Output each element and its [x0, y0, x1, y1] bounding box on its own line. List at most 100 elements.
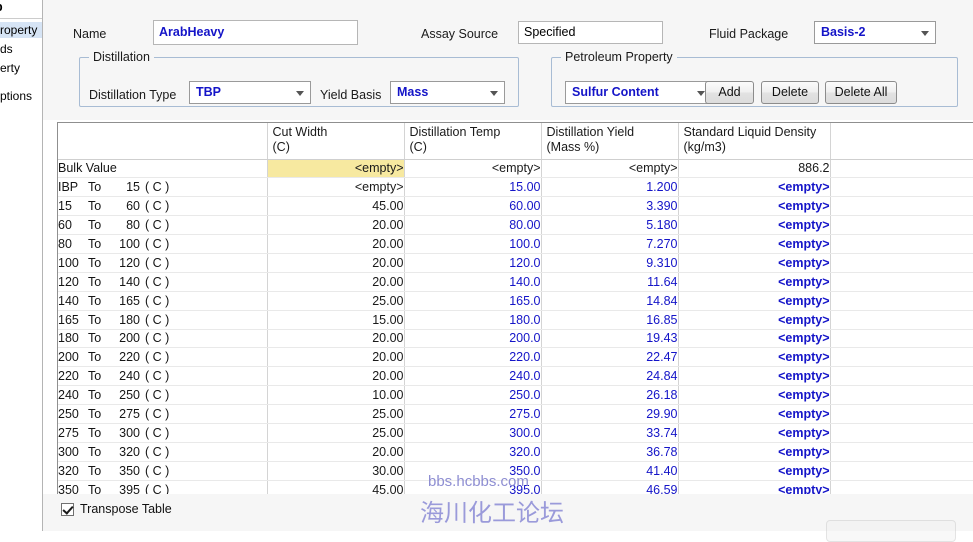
row-label-cell[interactable]: 350 To 395 ( C )	[58, 480, 268, 494]
table-row[interactable]: 140 To 165 ( C ) 25.00 165.0 14.84 <empty>	[58, 291, 973, 311]
table-row[interactable]: 120 To 140 ( C ) 20.00 140.0 11.64 <empty>	[58, 272, 973, 292]
cell-cut-width[interactable]: 25.00	[267, 291, 405, 311]
cell-standard-liquid-density[interactable]: <empty>	[678, 385, 831, 406]
cell-distillation-yield[interactable]: 22.47	[541, 347, 679, 368]
cell-distillation-yield[interactable]: 3.390	[541, 196, 679, 217]
cell-distillation-temp[interactable]: 80.00	[404, 215, 542, 236]
table-row[interactable]: 250 To 275 ( C ) 25.00 275.0 29.90 <empty>	[58, 404, 973, 424]
cell-distillation-temp[interactable]: 60.00	[404, 196, 542, 217]
table-row[interactable]: 180 To 200 ( C ) 20.00 200.0 19.43 <empty>	[58, 329, 973, 349]
cell-cut-width[interactable]: 15.00	[267, 310, 405, 330]
col-header-distillation-temp[interactable]: Distillation Temp (C)	[404, 123, 542, 160]
row-label-cell[interactable]: 275 To 300 ( C )	[58, 423, 268, 443]
cell-distillation-yield[interactable]: 7.270	[541, 234, 679, 254]
cell-distillation-temp[interactable]: 165.0	[404, 291, 542, 311]
cell-standard-liquid-density[interactable]: <empty>	[678, 177, 831, 198]
table-row[interactable]: 300 To 320 ( C ) 20.00 320.0 36.78 <empty>	[58, 442, 973, 462]
cell-cut-width[interactable]: 10.00	[267, 385, 405, 406]
cell-distillation-temp[interactable]: 275.0	[404, 404, 542, 424]
cell-standard-liquid-density[interactable]: <empty>	[678, 253, 831, 273]
cell-distillation-temp[interactable]: 140.0	[404, 272, 542, 292]
fluid-package-select[interactable]: Basis-2	[814, 21, 936, 44]
table-row[interactable]: 320 To 350 ( C ) 30.00 350.0 41.40 <empty>	[58, 461, 973, 481]
assay-source-input[interactable]: Specified	[518, 21, 663, 44]
cell-standard-liquid-density[interactable]: <empty>	[678, 310, 831, 330]
row-label-cell[interactable]: 80 To 100 ( C )	[58, 234, 268, 254]
cell-standard-liquid-density[interactable]: <empty>	[678, 480, 831, 494]
cell-distillation-temp[interactable]: 250.0	[404, 385, 542, 406]
col-header-rowlabel[interactable]	[58, 123, 268, 160]
cell-distillation-yield[interactable]: 46.59	[541, 480, 679, 494]
transpose-table-checkbox[interactable]: Transpose Table	[61, 502, 172, 516]
cell-distillation-yield[interactable]: 16.85	[541, 310, 679, 330]
table-row[interactable]: 240 To 250 ( C ) 10.00 250.0 26.18 <empty>	[58, 385, 973, 406]
cell-distillation-temp[interactable]: 220.0	[404, 347, 542, 368]
cell-distillation-temp[interactable]: 180.0	[404, 310, 542, 330]
row-label-cell[interactable]: 100 To 120 ( C )	[58, 253, 268, 273]
cell-cut-width[interactable]: 20.00	[267, 347, 405, 368]
sidebar-item-erty[interactable]: erty	[0, 60, 24, 76]
cell-distillation-temp[interactable]: 300.0	[404, 423, 542, 443]
row-label-cell[interactable]: 60 To 80 ( C )	[58, 215, 268, 236]
cell-cut-width[interactable]: 20.00	[267, 234, 405, 254]
cell-distillation-temp[interactable]: 350.0	[404, 461, 542, 481]
cell-cut-width[interactable]: <empty>	[267, 177, 405, 198]
cell-distillation-yield[interactable]: 41.40	[541, 461, 679, 481]
cell-standard-liquid-density[interactable]: <empty>	[678, 347, 831, 368]
cell-standard-liquid-density[interactable]: <empty>	[678, 329, 831, 349]
checkbox-icon[interactable]	[61, 502, 74, 516]
cell-cut-width[interactable]: 30.00	[267, 461, 405, 481]
delete-button[interactable]: Delete	[761, 81, 819, 104]
cell-distillation-temp[interactable]: 120.0	[404, 253, 542, 273]
cell-distillation-yield[interactable]: 5.180	[541, 215, 679, 236]
cell-distillation-yield[interactable]: 24.84	[541, 366, 679, 387]
cell-distillation-yield[interactable]: 14.84	[541, 291, 679, 311]
cell-distillation-temp[interactable]: 200.0	[404, 329, 542, 349]
distillation-type-select[interactable]: TBP	[189, 81, 311, 104]
cell-distillation-yield[interactable]: <empty>	[541, 159, 679, 179]
cell-distillation-temp[interactable]: 240.0	[404, 366, 542, 387]
row-label-cell[interactable]: 240 To 250 ( C )	[58, 385, 268, 406]
row-label-cell[interactable]: 220 To 240 ( C )	[58, 366, 268, 387]
table-row[interactable]: 165 To 180 ( C ) 15.00 180.0 16.85 <empty>	[58, 310, 973, 330]
row-label-cell[interactable]: 180 To 200 ( C )	[58, 329, 268, 349]
cell-cut-width[interactable]: 45.00	[267, 480, 405, 494]
table-row[interactable]: 200 To 220 ( C ) 20.00 220.0 22.47 <empty>	[58, 347, 973, 368]
cell-distillation-yield[interactable]: 36.78	[541, 442, 679, 462]
row-label-cell[interactable]: Bulk Value	[58, 159, 268, 179]
cell-standard-liquid-density[interactable]: <empty>	[678, 366, 831, 387]
cell-cut-width[interactable]: 25.00	[267, 404, 405, 424]
table-row[interactable]: 220 To 240 ( C ) 20.00 240.0 24.84 <empty>	[58, 366, 973, 387]
footer-button[interactable]	[826, 520, 956, 542]
sidebar-item-ds[interactable]: ds	[0, 41, 17, 57]
cell-distillation-temp[interactable]: 395.0	[404, 480, 542, 494]
row-label-cell[interactable]: 200 To 220 ( C )	[58, 347, 268, 368]
cell-cut-width[interactable]: 20.00	[267, 366, 405, 387]
cell-distillation-temp[interactable]: 100.0	[404, 234, 542, 254]
row-label-cell[interactable]: 250 To 275 ( C )	[58, 404, 268, 424]
assay-data-table[interactable]: Cut Width (C) Distillation Temp (C) Dist…	[57, 122, 973, 494]
table-row[interactable]: 80 To 100 ( C ) 20.00 100.0 7.270 <empty>	[58, 234, 973, 254]
table-row[interactable]: 60 To 80 ( C ) 20.00 80.00 5.180 <empty>	[58, 215, 973, 236]
col-header-distillation-yield[interactable]: Distillation Yield (Mass %)	[541, 123, 679, 160]
cell-distillation-yield[interactable]: 9.310	[541, 253, 679, 273]
cell-cut-width[interactable]: 25.00	[267, 423, 405, 443]
row-label-cell[interactable]: 300 To 320 ( C )	[58, 442, 268, 462]
row-label-cell[interactable]: 140 To 165 ( C )	[58, 291, 268, 311]
cell-standard-liquid-density[interactable]: <empty>	[678, 196, 831, 217]
cell-distillation-temp[interactable]: <empty>	[404, 159, 542, 179]
cell-distillation-yield[interactable]: 11.64	[541, 272, 679, 292]
table-row[interactable]: 275 To 300 ( C ) 25.00 300.0 33.74 <empty>	[58, 423, 973, 443]
cell-standard-liquid-density[interactable]: <empty>	[678, 442, 831, 462]
cell-cut-width[interactable]: 45.00	[267, 196, 405, 217]
cell-distillation-yield[interactable]: 33.74	[541, 423, 679, 443]
col-header-standard-liquid-density[interactable]: Standard Liquid Density (kg/m3)	[678, 123, 831, 160]
cell-cut-width[interactable]: 20.00	[267, 215, 405, 236]
cell-standard-liquid-density[interactable]: <empty>	[678, 461, 831, 481]
cell-standard-liquid-density[interactable]: <empty>	[678, 215, 831, 236]
cell-standard-liquid-density[interactable]: <empty>	[678, 404, 831, 424]
table-row[interactable]: 100 To 120 ( C ) 20.00 120.0 9.310 <empty>	[58, 253, 973, 273]
table-row[interactable]: 350 To 395 ( C ) 45.00 395.0 46.59 <empty>	[58, 480, 973, 494]
row-label-cell[interactable]: 120 To 140 ( C )	[58, 272, 268, 292]
sidebar-item-options[interactable]: ptions	[0, 88, 36, 104]
